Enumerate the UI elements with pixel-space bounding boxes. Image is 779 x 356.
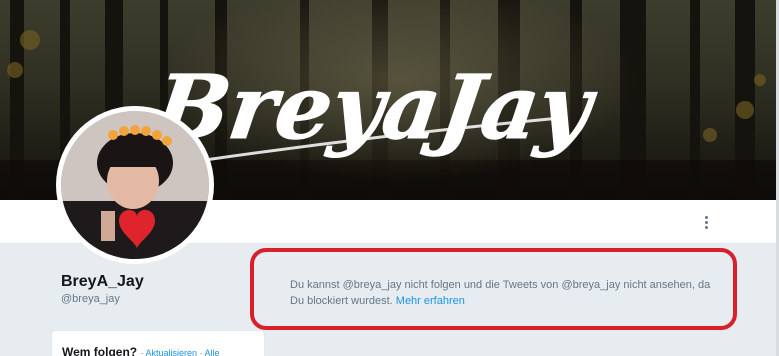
profile-handle: @breya_jay bbox=[61, 293, 120, 305]
who-to-follow-header: Wem folgen? · Aktualisieren · Alle bbox=[62, 345, 220, 356]
avatar-photo bbox=[61, 111, 209, 259]
more-dot bbox=[704, 215, 708, 219]
blocked-notice: Du kannst @breya_jay nicht folgen und di… bbox=[250, 248, 737, 330]
more-dot bbox=[704, 225, 708, 229]
blocked-message-text: Du kannst @breya_jay nicht folgen und di… bbox=[290, 279, 711, 307]
more-icon[interactable] bbox=[696, 208, 716, 236]
learn-more-link[interactable]: Mehr erfahren bbox=[396, 295, 465, 307]
more-dot bbox=[704, 220, 708, 224]
profile-name[interactable]: BreyA_Jay bbox=[61, 273, 144, 291]
profile-avatar[interactable] bbox=[56, 106, 214, 264]
svg-text:BreyaJay: BreyaJay bbox=[145, 55, 603, 158]
refresh-link[interactable]: Aktualisieren bbox=[145, 348, 197, 356]
who-to-follow-card: Wem folgen? · Aktualisieren · Alle bbox=[51, 330, 265, 356]
who-to-follow-actions: · Aktualisieren · Alle bbox=[140, 348, 219, 356]
who-to-follow-title: Wem folgen? bbox=[62, 345, 138, 356]
view-all-link[interactable]: Alle bbox=[205, 348, 220, 356]
blocked-message: Du kannst @breya_jay nicht folgen und di… bbox=[290, 277, 720, 309]
avatar-image bbox=[61, 111, 209, 259]
